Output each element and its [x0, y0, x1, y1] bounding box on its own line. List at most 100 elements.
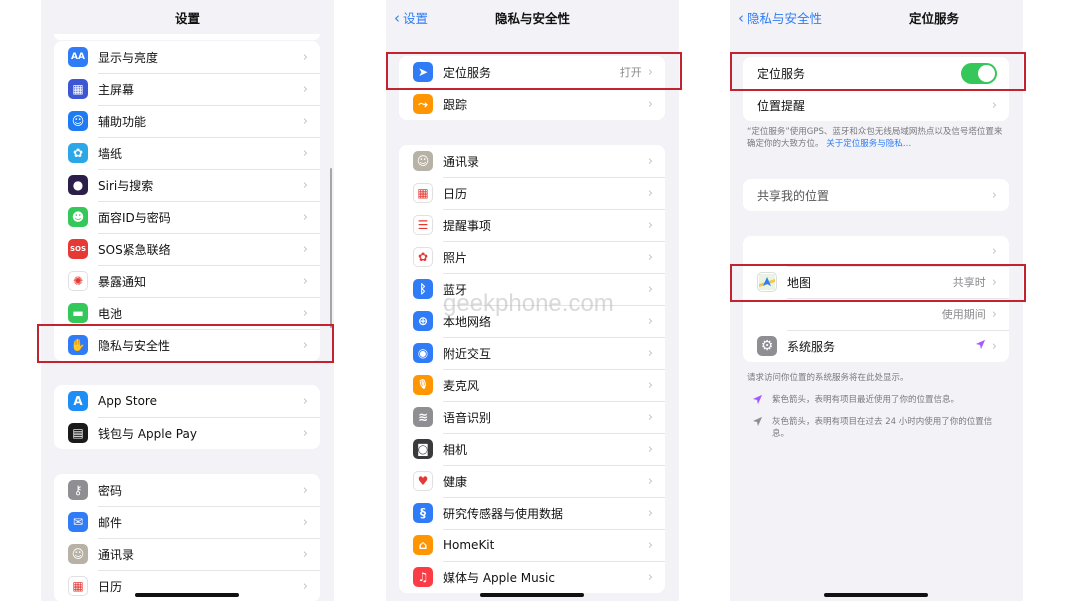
row-label: 暴露通知 — [98, 274, 147, 289]
tracking-icon: ⤳ — [413, 94, 433, 114]
settings-item-home-screen[interactable]: ▦ 主屏幕 › — [54, 73, 320, 105]
chevron-right-icon: › — [302, 49, 308, 65]
wallet-icon: ▤ — [68, 423, 88, 443]
row-label: 墙纸 — [98, 146, 123, 161]
homekit-icon: ⌂ — [413, 535, 433, 555]
settings-item-wallpaper[interactable]: ✿ 墙纸 › — [54, 137, 320, 169]
display-brightness-icon: AA — [68, 47, 88, 67]
settings-item-contacts[interactable]: ☺ 通讯录 › — [54, 538, 320, 570]
privacy-item-tracking[interactable]: ⤳ 跟踪 › — [399, 88, 665, 120]
privacy-item-nearby-interactions[interactable]: ◉ 附近交互 › — [399, 337, 665, 369]
local-network-icon: ⊕ — [413, 311, 433, 331]
chevron-right-icon: › — [647, 569, 653, 585]
row-label: 照片 — [443, 250, 468, 265]
chevron-right-icon: › — [647, 281, 653, 297]
page-title: 设置 — [174, 11, 200, 26]
row-label: 钱包与 Apple Pay — [98, 426, 197, 441]
face-id-icon: ☻ — [68, 207, 88, 227]
app-row[interactable]: › — [743, 236, 1009, 266]
row-label: 研究传感器与使用数据 — [443, 506, 564, 521]
settings-item-display-brightness[interactable]: AA 显示与亮度 › — [54, 41, 320, 73]
sos-icon: SOS — [68, 239, 88, 259]
app-row[interactable]: 使用期间 › — [743, 298, 1009, 330]
settings-item-key[interactable]: ⚷ 密码 › — [54, 474, 320, 506]
accessibility-icon: ☺ — [68, 111, 88, 131]
row-label: 通讯录 — [98, 547, 135, 562]
privacy-item-speech-recognition[interactable]: ≋ 语音识别 › — [399, 401, 665, 433]
chevron-right-icon: › — [647, 185, 653, 201]
chevron-right-icon: › — [302, 209, 308, 225]
exposure-notification-icon: ✺ — [68, 271, 88, 291]
settings-item-exposure-notification[interactable]: ✺ 暴露通知 › — [54, 265, 320, 297]
chevron-right-icon: › — [647, 441, 653, 457]
chevron-right-icon: › — [647, 537, 653, 553]
privacy-item-research-sensor[interactable]: § 研究传感器与使用数据 › — [399, 497, 665, 529]
chevron-right-icon: › — [302, 241, 308, 257]
chevron-right-icon: › — [991, 338, 997, 354]
privacy-item-photos[interactable]: ✿ 照片 › — [399, 241, 665, 273]
chevron-right-icon: › — [647, 473, 653, 489]
row-label: 日历 — [98, 579, 123, 594]
mail-icon: ✉ — [68, 512, 88, 532]
privacy-item-homekit[interactable]: ⌂ HomeKit › — [399, 529, 665, 561]
settings-item-app-store[interactable]: A App Store › — [54, 385, 320, 417]
privacy-item-music-note[interactable]: ♫ 媒体与 Apple Music › — [399, 561, 665, 593]
contacts-icon: ☺ — [413, 151, 433, 171]
battery-icon: ▬ — [68, 303, 88, 323]
research-sensor-icon: § — [413, 503, 433, 523]
settings-item-siri[interactable]: ● Siri与搜索 › — [54, 169, 320, 201]
chevron-right-icon: › — [647, 345, 653, 361]
settings-item-mail[interactable]: ✉ 邮件 › — [54, 506, 320, 538]
chevron-right-icon: › — [302, 177, 308, 193]
home-indicator — [480, 593, 584, 597]
settings-item-accessibility[interactable]: ☺ 辅助功能 › — [54, 105, 320, 137]
privacy-item-contacts[interactable]: ☺ 通讯录 › — [399, 145, 665, 177]
row-label: App Store — [98, 394, 157, 408]
chevron-right-icon: › — [647, 313, 653, 329]
row-label: 面容ID与密码 — [98, 210, 171, 225]
location-arrow-gray-icon — [752, 416, 766, 440]
privacy-group-2: ☺ 通讯录 › ▦ 日历 › ☰ 提醒事项 › ✿ 照片 › ᛒ 蓝牙 › ⊕ 本地网络 › ◉ 附近交互 › 🎙 麦克风 ›… — [399, 145, 665, 593]
bluetooth-icon: ᛒ — [413, 279, 433, 299]
calendar-icon: ▦ — [413, 183, 433, 203]
home-indicator — [135, 593, 239, 597]
chevron-right-icon: › — [991, 187, 997, 203]
system-services-row[interactable]: ⚙ 系统服务 › — [743, 330, 1009, 362]
row-label: 日历 — [443, 186, 468, 201]
page-title: 定位服务 — [908, 11, 959, 26]
settings-group-3: ⚷ 密码 › ✉ 邮件 › ☺ 通讯录 › ▦ 日历 › — [54, 474, 320, 601]
privacy-item-reminders[interactable]: ☰ 提醒事项 › — [399, 209, 665, 241]
scrollbar[interactable] — [330, 168, 332, 328]
nearby-interactions-icon: ◉ — [413, 343, 433, 363]
chevron-right-icon: › — [991, 97, 997, 113]
row-label: 提醒事项 — [443, 218, 492, 233]
privacy-item-health-heart[interactable]: ♥ 健康 › — [399, 465, 665, 497]
music-note-icon: ♫ — [413, 567, 433, 587]
row-label: 主屏幕 — [98, 82, 135, 97]
photos-icon: ✿ — [413, 247, 433, 267]
row-label: 电池 — [98, 306, 123, 321]
privacy-item-microphone[interactable]: 🎙 麦克风 › — [399, 369, 665, 401]
speech-recognition-icon: ≋ — [413, 407, 433, 427]
settings-item-wallet[interactable]: ▤ 钱包与 Apple Pay › — [54, 417, 320, 449]
chevron-right-icon: › — [302, 305, 308, 321]
chevron-right-icon: › — [302, 482, 308, 498]
location-alerts-row[interactable]: 位置提醒 › — [743, 89, 1009, 121]
row-label: 麦克风 — [443, 378, 480, 393]
app-access-value: 使用期间 — [941, 308, 986, 321]
camera-icon: ◙ — [413, 439, 433, 459]
privacy-item-camera[interactable]: ◙ 相机 › — [399, 433, 665, 465]
home-screen-icon: ▦ — [68, 79, 88, 99]
settings-item-face-id[interactable]: ☻ 面容ID与密码 › — [54, 201, 320, 233]
nav-bar: 设置 — [41, 0, 334, 34]
row-label: 附近交互 — [443, 346, 492, 361]
watermark: geekphone.com — [443, 290, 614, 317]
home-indicator — [824, 593, 928, 597]
share-my-location-row[interactable]: 共享我的位置 › — [743, 179, 1009, 211]
settings-item-sos[interactable]: SOS SOS紧急联络 › — [54, 233, 320, 265]
chevron-left-icon: ‹ — [738, 8, 744, 27]
chevron-right-icon: › — [302, 145, 308, 161]
privacy-item-calendar[interactable]: ▦ 日历 › — [399, 177, 665, 209]
about-privacy-link[interactable]: 关于定位服务与隐私… — [826, 139, 911, 149]
row-label: 通讯录 — [443, 154, 480, 169]
